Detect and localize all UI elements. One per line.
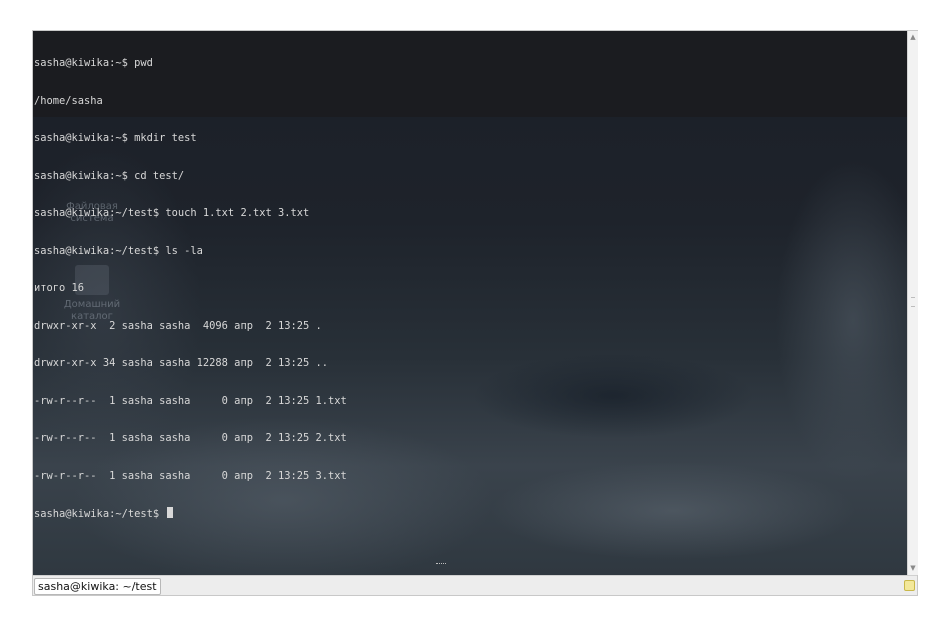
terminal-window: Файловая система Домашний каталог sasha@… bbox=[32, 30, 918, 596]
tab-terminal[interactable]: sasha@kiwika: ~/test bbox=[34, 578, 161, 595]
window-drag-handle[interactable] bbox=[436, 563, 446, 566]
vertical-scrollbar[interactable]: ▲ ▼ bbox=[907, 31, 918, 575]
terminal-line: sasha@kiwika:~$ pwd bbox=[34, 57, 153, 69]
terminal-line: sasha@kiwika:~/test$ touch 1.txt 2.txt 3… bbox=[34, 207, 310, 219]
terminal-line: drwxr-xr-x 2 sasha sasha 4096 апр 2 13:2… bbox=[34, 319, 322, 332]
terminal-prompt: sasha@kiwika:~/test$ bbox=[34, 508, 166, 520]
scroll-down-icon[interactable]: ▼ bbox=[908, 563, 918, 573]
terminal-text: sasha@kiwika:~$ pwd /home/sasha sasha@ki… bbox=[34, 32, 347, 545]
scroll-up-icon[interactable]: ▲ bbox=[908, 32, 918, 42]
terminal-line: sasha@kiwika:~$ mkdir test bbox=[34, 132, 197, 144]
resize-grip-icon[interactable] bbox=[904, 580, 915, 591]
terminal-line: drwxr-xr-x 34 sasha sasha 12288 апр 2 13… bbox=[34, 357, 329, 369]
terminal-output-area[interactable]: Файловая система Домашний каталог sasha@… bbox=[33, 31, 907, 575]
tab-bar: sasha@kiwika: ~/test bbox=[33, 575, 917, 595]
terminal-line: -rw-r--r-- 1 sasha sasha 0 апр 2 13:25 2… bbox=[34, 432, 347, 444]
terminal-line: -rw-r--r-- 1 sasha sasha 0 апр 2 13:25 3… bbox=[34, 469, 347, 482]
text-cursor bbox=[167, 507, 174, 518]
terminal-line: итого 16 bbox=[34, 282, 85, 294]
terminal-line: -rw-r--r-- 1 sasha sasha 0 апр 2 13:25 1… bbox=[34, 394, 347, 407]
terminal-line: sasha@kiwika:~$ cd test/ bbox=[34, 169, 185, 182]
terminal-prompt-line[interactable]: sasha@kiwika:~/test$ bbox=[34, 507, 347, 520]
terminal-line: sasha@kiwika:~/test$ ls -la bbox=[34, 244, 203, 257]
scroll-grip[interactable] bbox=[911, 297, 915, 307]
terminal-line: /home/sasha bbox=[34, 94, 103, 107]
